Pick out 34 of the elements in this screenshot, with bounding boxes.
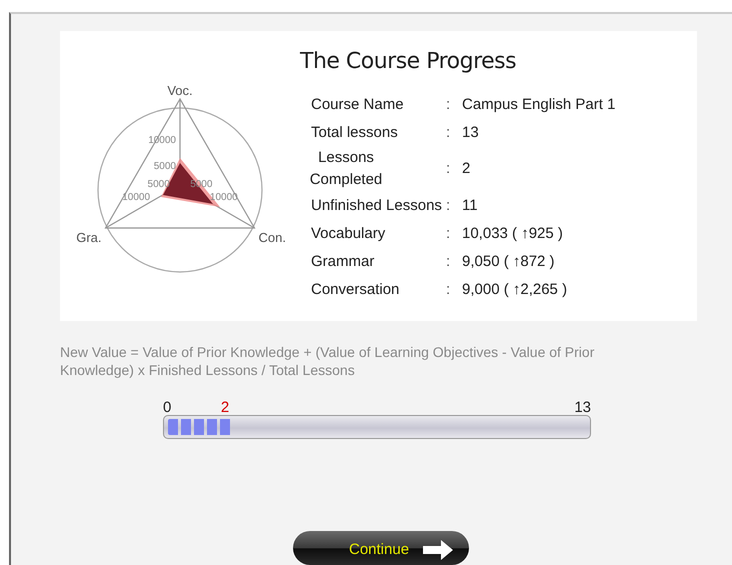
detail-label: Vocabulary [311, 224, 386, 242]
separator: : [446, 224, 452, 244]
min-label: 0 [163, 398, 172, 418]
detail-value: Campus English Part 1 [462, 95, 616, 116]
detail-label: Grammar [311, 252, 374, 270]
detail-value: 9,050 ( ↑872 ) [462, 252, 555, 272]
separator: : [446, 95, 452, 116]
title: The Course Progress [300, 49, 518, 76]
detail-value: 13 [462, 123, 479, 144]
separator: : [446, 159, 452, 180]
detail-label: Unfinished Lessons [311, 196, 442, 214]
axis-label: Voc. [167, 83, 193, 98]
axis-label: Con. [258, 230, 286, 245]
continue-button[interactable]: Continue [293, 531, 469, 565]
tick-label: 5000 [190, 179, 212, 190]
max-label: 13 [574, 398, 591, 418]
detail-value: 11 [462, 196, 478, 216]
detail-label: Course Name [311, 96, 404, 114]
separator: : [446, 196, 452, 216]
detail-label: Lessons Completed [308, 148, 384, 190]
detail-label: Conversation [311, 280, 400, 298]
detail-value: 2 [462, 159, 470, 180]
tick-label: 10000 [122, 192, 150, 203]
separator: : [446, 123, 452, 144]
current-label: 2 [220, 398, 230, 418]
tick-label: 5000 [154, 161, 176, 172]
separator: : [446, 252, 452, 272]
axis-label: Gra. [76, 230, 102, 245]
arrow-icon [421, 538, 455, 562]
detail-label: Total lessons [311, 124, 398, 142]
detail-value: 9,000 ( ↑2,265 ) [462, 280, 568, 300]
separator: : [446, 280, 452, 300]
detail-value: 10,033 ( ↑925 ) [462, 224, 563, 244]
formula-text: New Value = Value of Prior Knowledge + (Value of Learning Objectives - Value of Prior Knowledge) x Finished Lessons / Total Lessons [60, 343, 596, 379]
